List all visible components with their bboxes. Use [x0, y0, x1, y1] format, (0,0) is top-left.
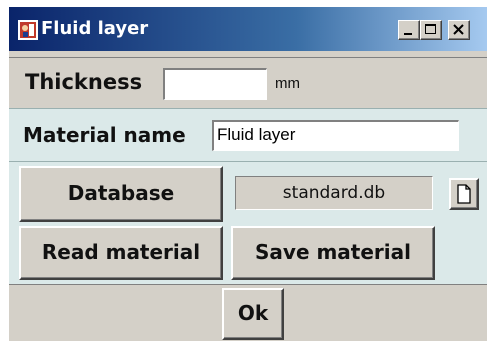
title-bar[interactable]: Fluid layer: [9, 7, 487, 51]
application-icon: [18, 20, 38, 40]
window-title: Fluid layer: [41, 18, 149, 39]
document-icon: [457, 184, 471, 204]
material-name-input[interactable]: Fluid layer: [212, 120, 459, 151]
database-button[interactable]: Database: [19, 166, 223, 222]
maximize-button[interactable]: [420, 20, 442, 40]
thickness-row: Thickness mm: [9, 57, 487, 108]
database-section: Database standard.db Read material Save …: [9, 161, 487, 284]
close-icon: [453, 24, 464, 35]
material-name-label: Material name: [23, 123, 186, 147]
material-name-row: Material name Fluid layer: [9, 108, 487, 161]
open-file-button[interactable]: [449, 178, 479, 210]
thickness-label: Thickness: [25, 70, 143, 94]
read-material-button[interactable]: Read material: [19, 226, 223, 280]
ok-button[interactable]: Ok: [222, 288, 284, 340]
footer-row: Ok: [9, 284, 487, 341]
database-file-field: standard.db: [235, 176, 433, 210]
thickness-unit: mm: [275, 75, 300, 92]
close-button[interactable]: [448, 20, 470, 40]
maximize-icon: [425, 24, 436, 34]
fluid-layer-dialog: Fluid layer Thickness mm Material name F…: [8, 6, 487, 341]
minimize-button[interactable]: [398, 20, 420, 40]
thickness-input[interactable]: [163, 68, 267, 100]
save-material-button[interactable]: Save material: [231, 226, 435, 280]
minimize-icon: [404, 33, 412, 35]
